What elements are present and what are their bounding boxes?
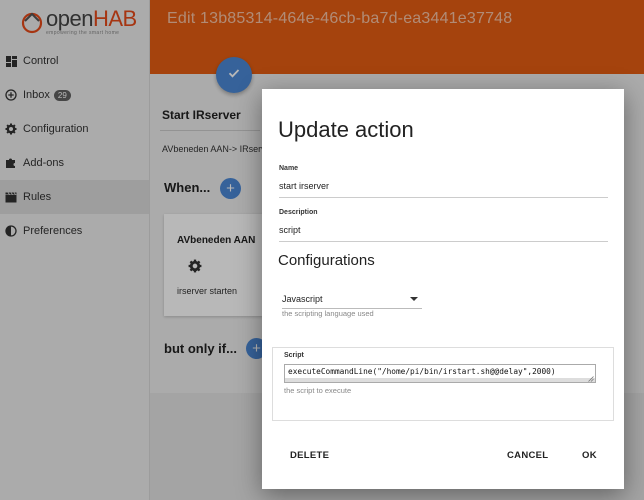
configurations-title: Configurations	[278, 252, 375, 269]
delete-button[interactable]: DELETE	[290, 450, 329, 461]
script-label: Script	[284, 352, 304, 359]
cancel-button[interactable]: CANCEL	[507, 450, 548, 461]
script-hint: the script to execute	[284, 386, 352, 395]
horizontal-scrollbar[interactable]	[285, 378, 595, 382]
language-hint: the scripting language used	[282, 309, 374, 318]
description-field[interactable]: script	[279, 225, 608, 242]
script-textarea[interactable]: executeCommandLine("/home/pi/bin/irstart…	[284, 364, 596, 383]
language-select[interactable]: Javascript	[282, 292, 422, 309]
update-action-dialog: Update action Name start irserver Descri…	[262, 89, 624, 489]
dialog-title: Update action	[278, 117, 414, 142]
name-label: Name	[279, 165, 299, 172]
ok-button[interactable]: OK	[582, 450, 597, 461]
resize-handle-icon[interactable]	[588, 375, 594, 382]
dropdown-arrow-icon	[410, 297, 418, 301]
script-text: executeCommandLine("/home/pi/bin/irstart…	[288, 367, 556, 376]
script-config-box: Script executeCommandLine("/home/pi/bin/…	[272, 347, 614, 421]
description-label: Description	[279, 209, 318, 216]
name-field[interactable]: start irserver	[279, 181, 608, 198]
language-select-value: Javascript	[282, 294, 323, 304]
